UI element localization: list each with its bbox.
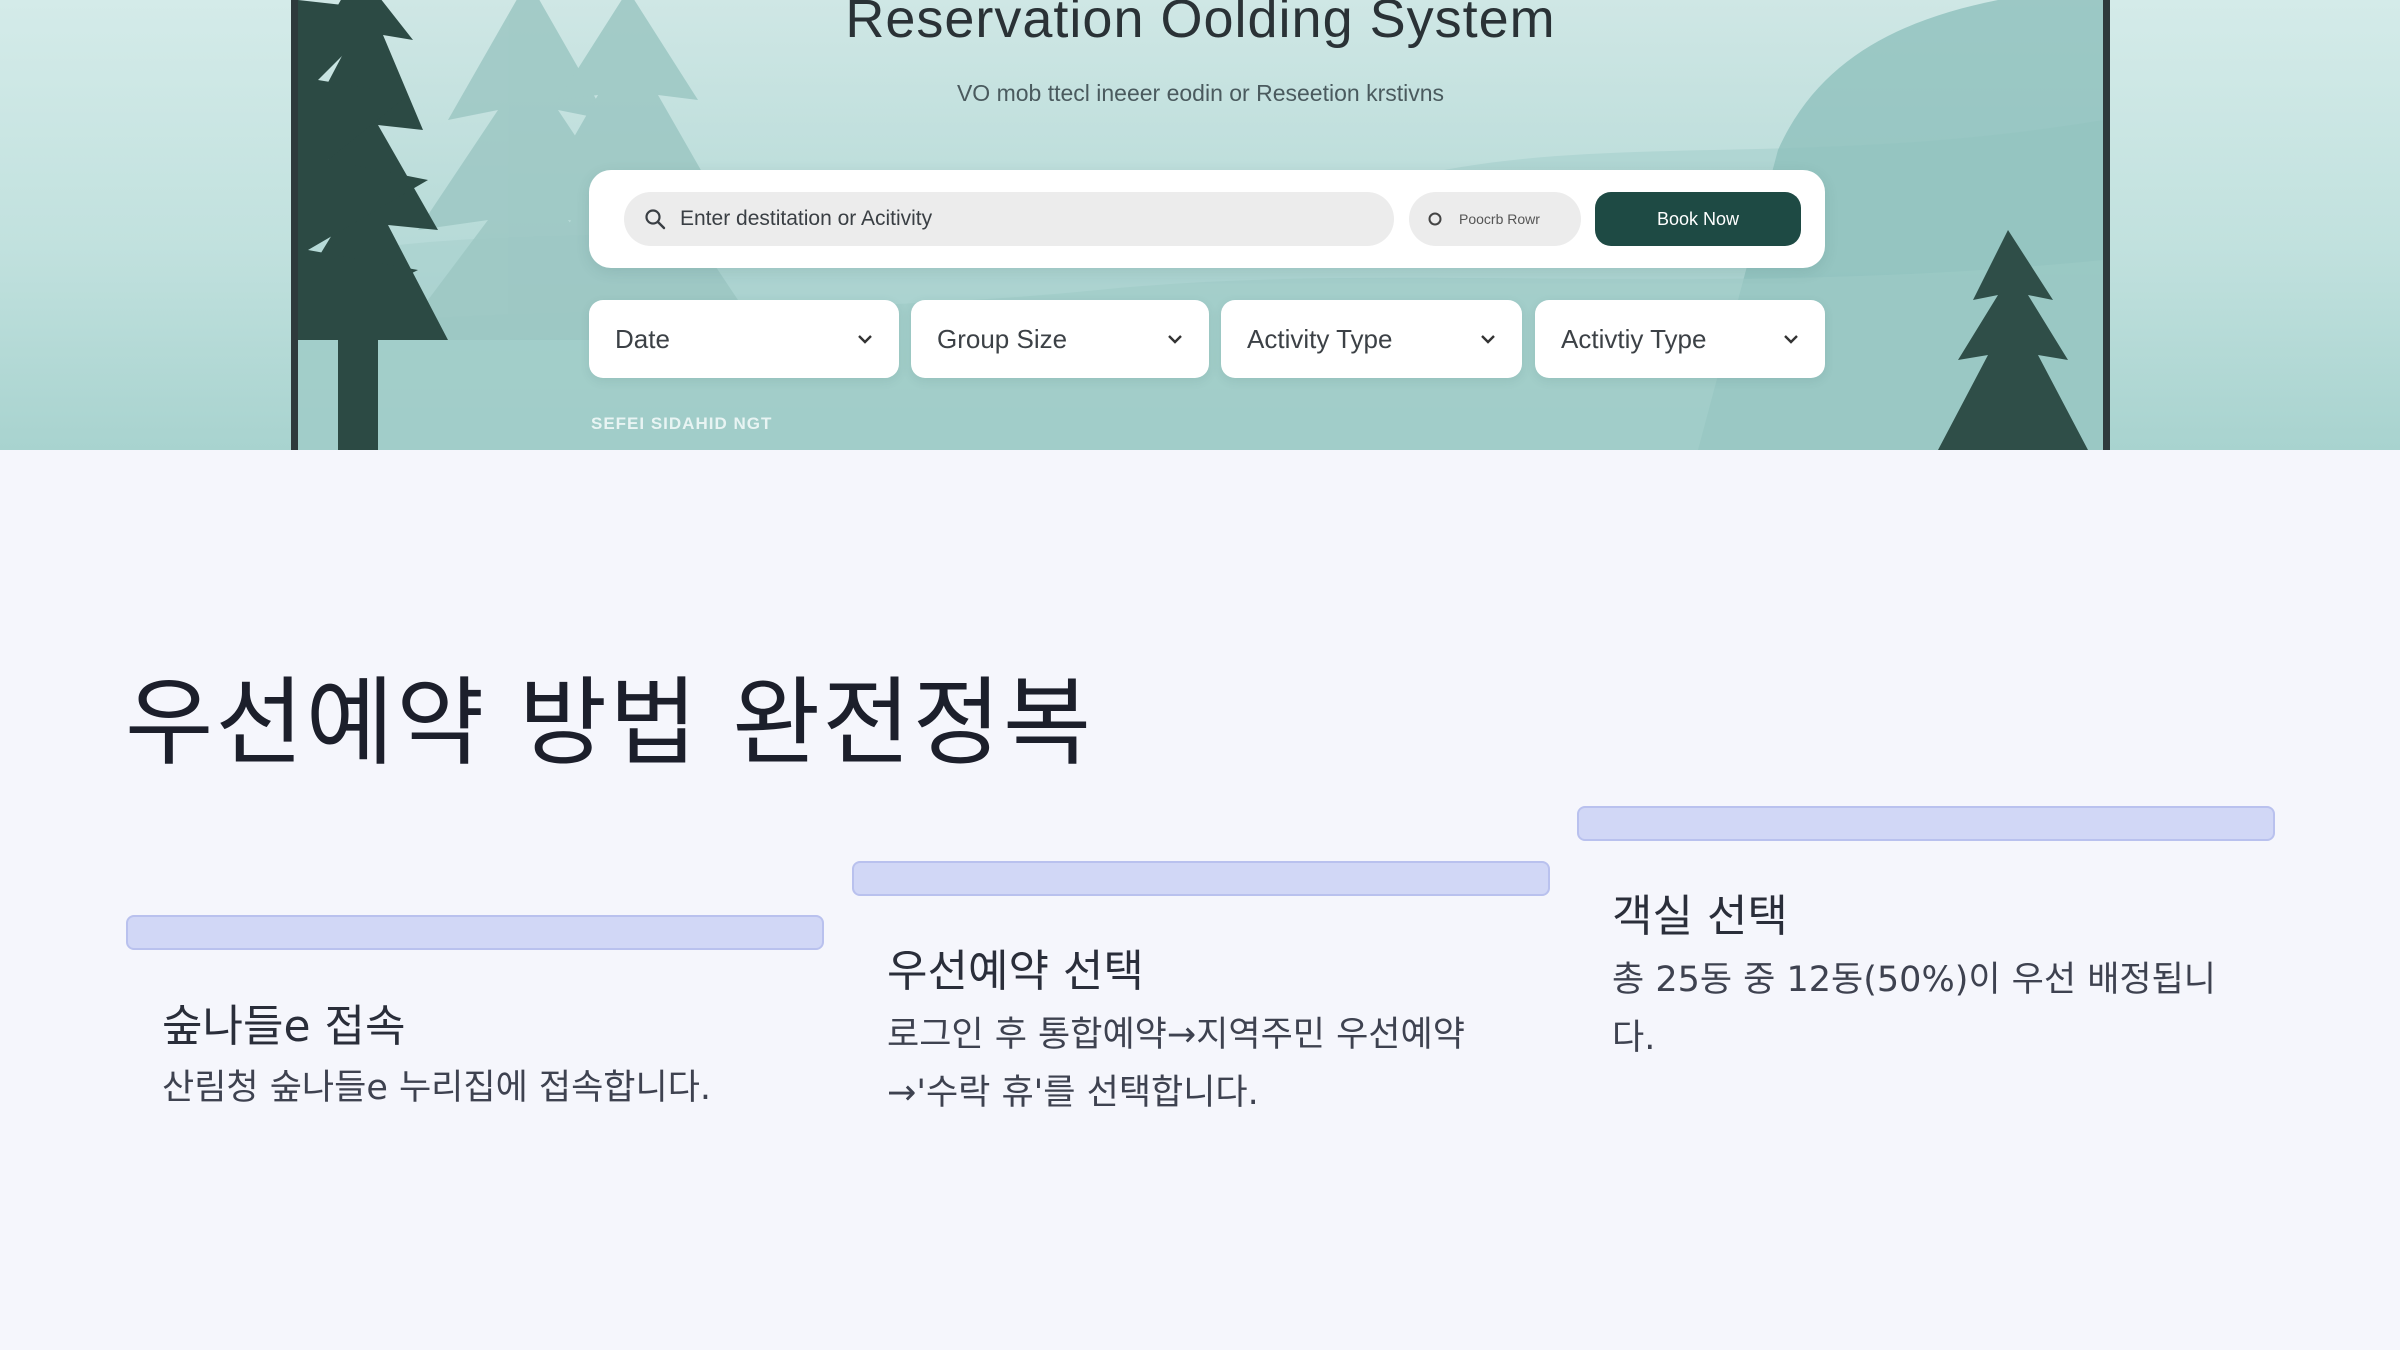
step-description: 로그인 후 통합예약→지역주민 우선예약 →'수락 휴'를 선택합니다.: [887, 1006, 1465, 1122]
filter-date[interactable]: Date: [589, 300, 899, 378]
step-description-line: 총 25동 중 12동(50%)이 우선 배정됩니: [1612, 960, 2217, 1000]
search-input[interactable]: Enter destitation or Acitivity: [624, 192, 1394, 246]
search-card: Enter destitation or Acitivity Poocrb Ro…: [589, 170, 1825, 268]
chevron-down-icon: [1168, 335, 1182, 344]
filter-label: Activity Type: [1247, 323, 1393, 354]
step-description-line: 산림청 숲나들e 누리집에 접속합니다.: [162, 1068, 712, 1108]
step-description-line: 로그인 후 통합예약→지역주민 우선예약: [887, 1015, 1465, 1055]
search-placeholder: Enter destitation or Acitivity: [680, 207, 933, 230]
filter-activity-type[interactable]: Activity Type: [1221, 300, 1522, 378]
step-description: 총 25동 중 12동(50%)이 우선 배정됩니 다.: [1612, 951, 2216, 1067]
secondary-pill-label: Poocrb Rowr: [1459, 211, 1540, 227]
step-description-line: →'수락 휴'를 선택합니다.: [887, 1073, 1259, 1113]
page-title: 우선예약 방법 완전정복: [125, 667, 1094, 779]
filter-group-size[interactable]: Group Size: [911, 300, 1209, 378]
hero-banner: Reservation Oolding System VO mob ttecl …: [0, 0, 2400, 450]
filter-label: Group Size: [937, 323, 1068, 354]
filter-activity-type-2[interactable]: Activtiy Type: [1535, 300, 1825, 378]
step-title: 객실 선택: [1612, 891, 1788, 942]
step-title: 숲나들e 접속: [162, 1001, 406, 1052]
step-accent-bar: [852, 861, 1550, 896]
circle-icon: [1428, 212, 1442, 226]
step-accent-bar: [1577, 806, 2275, 841]
step-accent-bar: [126, 915, 824, 950]
step-description: 산림청 숲나들e 누리집에 접속합니다.: [162, 1059, 711, 1117]
filter-label: Activtiy Type: [1561, 323, 1707, 354]
step-description-line: 다.: [1612, 1018, 1656, 1058]
hero-subtitle: VO mob ttecl ineeer eodin or Reseetion k…: [956, 80, 1445, 106]
search-icon: [645, 209, 666, 230]
hero-footer-text: SEFEI SIDAHID NGT: [591, 414, 773, 433]
chevron-down-icon: [1481, 335, 1495, 344]
filter-label: Date: [615, 323, 670, 354]
hero-screenshot-frame: Reservation Oolding System VO mob ttecl …: [291, 0, 2110, 450]
book-now-button[interactable]: Book Now: [1595, 192, 1801, 246]
step-title: 우선예약 선택: [887, 946, 1144, 997]
secondary-search-pill[interactable]: Poocrb Rowr: [1409, 192, 1581, 246]
chevron-down-icon: [858, 335, 872, 344]
chevron-down-icon: [1784, 335, 1798, 344]
hero-title: Reservation Oolding System: [845, 0, 1556, 49]
